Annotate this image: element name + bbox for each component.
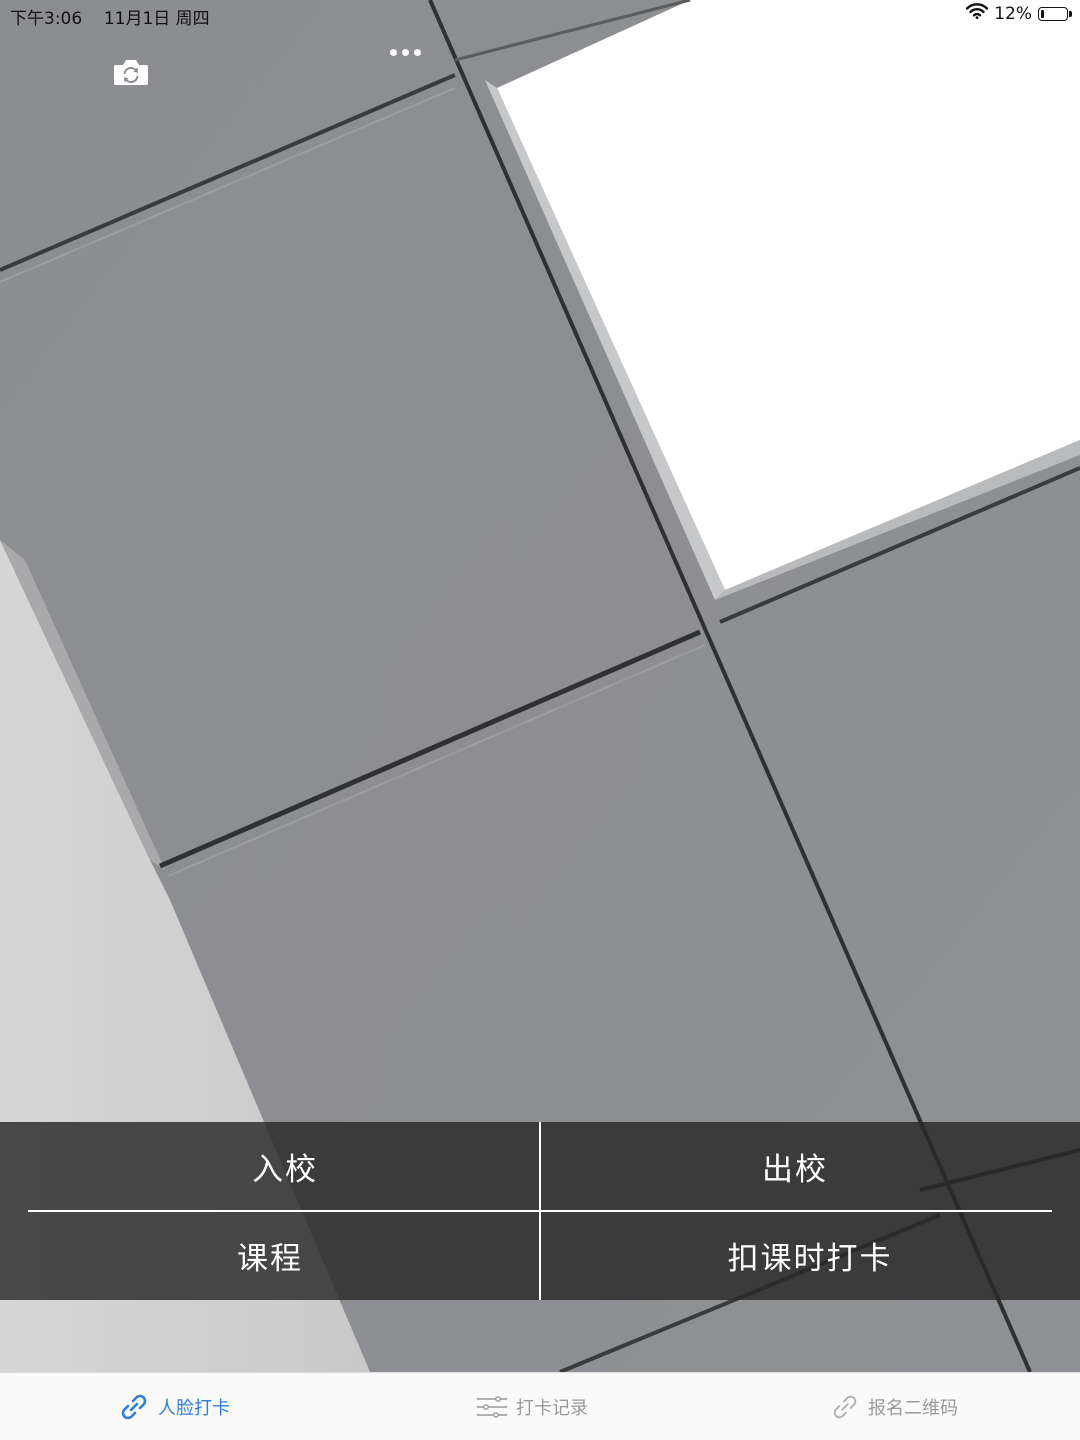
deduct-class-hours-checkin-button[interactable]: 扣课时打卡 [540, 1211, 1080, 1300]
more-options-button[interactable] [384, 40, 426, 64]
tab-registration-qrcode[interactable]: 报名二维码 [830, 1373, 958, 1440]
status-time: 下午3:06 [10, 9, 83, 29]
battery-icon [1038, 6, 1072, 21]
battery-percent: 12% [994, 3, 1032, 24]
tab-label: 打卡记录 [516, 1397, 588, 1419]
enter-school-button[interactable]: 入校 [30, 1122, 540, 1211]
tab-label: 报名二维码 [868, 1397, 958, 1419]
link-icon [833, 1395, 857, 1418]
course-button[interactable]: 课程 [0, 1211, 540, 1300]
wifi-icon [966, 3, 989, 24]
camera-switch-icon [114, 60, 148, 85]
leave-school-button[interactable]: 出校 [540, 1122, 1050, 1211]
panel-divider-horizontal [28, 1210, 1052, 1212]
tab-face-checkin[interactable]: 人脸打卡 [118, 1373, 230, 1440]
checkin-action-panel: 入校 出校 课程 扣课时打卡 [0, 1122, 1080, 1300]
status-bar: 下午3:06 11月1日 周四 12% [0, 0, 1080, 30]
tab-checkin-records[interactable]: 打卡记录 [476, 1373, 588, 1440]
link-icon [121, 1394, 147, 1419]
battery-level [1041, 9, 1044, 18]
more-horizontal-icon [389, 48, 397, 56]
app-screen: 下午3:06 11月1日 周四 12% 入校 出校 课程 扣课时打卡 人脸打卡 … [0, 0, 1080, 1440]
sliders-icon [477, 1395, 507, 1418]
status-indicators: 12% [966, 3, 1072, 24]
status-date: 11月1日 周四 [103, 9, 210, 29]
status-time-date: 下午3:06 11月1日 周四 [10, 4, 210, 29]
tab-bar: 人脸打卡 打卡记录 报名二维码 [0, 1372, 1080, 1440]
camera-switch-button[interactable] [112, 56, 150, 88]
tab-label: 人脸打卡 [158, 1397, 230, 1419]
